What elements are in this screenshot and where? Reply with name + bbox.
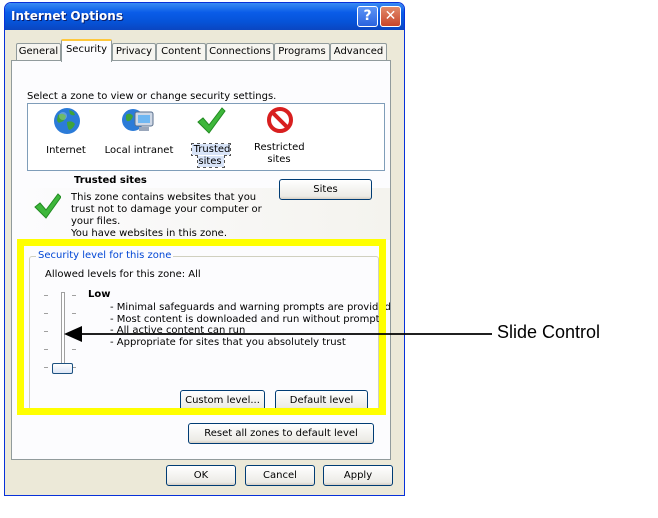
annotation-arrow (64, 326, 492, 342)
tab-advanced[interactable]: Advanced (330, 43, 387, 61)
zone-local-intranet[interactable]: Local intranet (103, 106, 175, 162)
apply-button[interactable]: Apply (323, 465, 393, 486)
selected-zone-description: This zone contains websites that you tru… (71, 192, 262, 239)
restricted-icon (267, 107, 293, 133)
tab-privacy[interactable]: Privacy (112, 43, 156, 61)
zone-label-local-intranet: Local intranet (104, 145, 174, 156)
intranet-icon (122, 109, 154, 131)
annotation-label: Slide Control (497, 322, 601, 342)
tab-security[interactable]: Security (61, 39, 112, 62)
close-button[interactable]: ✕ (380, 6, 401, 27)
help-button[interactable]: ? (357, 6, 378, 27)
zone-label-internet: Internet (46, 145, 86, 156)
checkmark-icon (197, 107, 226, 134)
zone-internet[interactable]: Internet (46, 106, 86, 162)
window-title: Internet Options (11, 9, 123, 23)
zone-label-restricted: Restricted sites (254, 142, 305, 165)
trusted-sites-checkmark-icon (34, 193, 61, 219)
reset-all-zones-button[interactable]: Reset all zones to default level (188, 423, 374, 444)
tab-connections[interactable]: Connections (206, 43, 274, 61)
zone-trusted-sites[interactable]: Trusted sites (178, 106, 244, 168)
zone-label-trusted-sites: Trusted sites (190, 143, 232, 168)
ok-button[interactable]: OK (166, 465, 236, 486)
selected-zone-title: Trusted sites (74, 175, 147, 186)
tab-programs[interactable]: Programs (274, 43, 330, 61)
tab-content[interactable]: Content (156, 43, 206, 61)
zone-instruction: Select a zone to view or change security… (27, 91, 277, 102)
sites-button[interactable]: Sites (279, 179, 372, 200)
title-bar[interactable]: Internet Options ? ✕ (5, 3, 404, 30)
cancel-button[interactable]: Cancel (245, 465, 315, 486)
zone-restricted-sites[interactable]: Restricted sites (254, 106, 305, 168)
tab-general[interactable]: General (16, 43, 61, 61)
globe-icon (54, 108, 80, 134)
